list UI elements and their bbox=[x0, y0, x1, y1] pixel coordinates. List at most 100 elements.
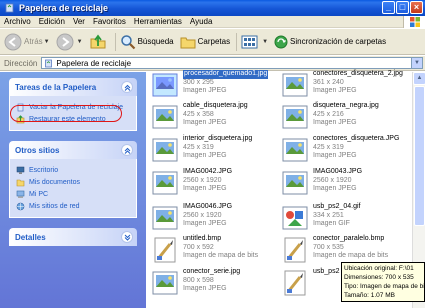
file-item[interactable]: cable_disquetera.jpg 425 x 358 Imagen JPEG bbox=[150, 102, 280, 132]
details-panel: Detalles bbox=[9, 228, 137, 246]
window-title: Papelera de reciclaje bbox=[19, 3, 109, 13]
collapse-chevron-icon[interactable] bbox=[121, 81, 133, 93]
file-item[interactable]: conectores_disquetera_2.jpg 361 x 240 Imag… bbox=[280, 70, 410, 100]
search-button[interactable]: Búsqueda bbox=[120, 34, 174, 50]
forward-button[interactable]: ▼ bbox=[56, 33, 83, 51]
title-bar[interactable]: Papelera de reciclaje _ □ × bbox=[0, 0, 425, 16]
file-item[interactable]: conectores_disquetera.JPG 425 x 319 Imagen… bbox=[280, 135, 410, 165]
file-item[interactable]: usb_ps2_04.gif 334 x 251 Imagen GIF bbox=[280, 203, 410, 233]
file-name: cable_disquetera.jpg bbox=[183, 102, 248, 109]
file-type: Imagen JPEG bbox=[313, 119, 357, 126]
forward-arrow-icon bbox=[56, 33, 74, 50]
gif-file-icon bbox=[280, 203, 310, 233]
file-item[interactable]: IMAG0042.JPG 2560 x 1920 Imagen JPEG bbox=[150, 168, 280, 198]
file-item[interactable]: untitled.bmp 700 x 592 Imagen de mapa de b… bbox=[150, 235, 280, 265]
file-name: conectores_disquetera.JPG bbox=[313, 135, 400, 142]
tooltip-size: Tamaño: 1.07 MB bbox=[344, 292, 395, 299]
file-dimensions: 334 x 251 bbox=[313, 211, 344, 219]
jpg-file-icon bbox=[150, 268, 180, 298]
file-item[interactable]: IMAG0046.JPG 2560 x 1920 Imagen JPEG bbox=[150, 203, 280, 233]
menu-edicion[interactable]: Edición bbox=[39, 17, 65, 26]
file-item[interactable]: interior_disquetera.jpg 425 x 319 Imagen J… bbox=[150, 135, 280, 165]
file-type: Imagen JPEG bbox=[183, 87, 227, 94]
file-name: usb_ps2 bbox=[313, 268, 340, 275]
bmp-file-icon bbox=[280, 268, 310, 298]
forward-dropdown-icon: ▼ bbox=[76, 38, 83, 45]
place-my-pc-label: Mi PC bbox=[29, 190, 49, 198]
menu-ver[interactable]: Ver bbox=[73, 17, 85, 26]
collapse-chevron-icon[interactable] bbox=[121, 144, 133, 156]
file-item[interactable]: IMAG0043.JPG 2560 x 1920 Imagen JPEG bbox=[280, 168, 410, 198]
minimize-button[interactable]: _ bbox=[382, 1, 395, 14]
file-name: procesador_quemado1.jpg bbox=[183, 70, 269, 79]
file-item[interactable]: conector_serie.jpg 800 x 598 Imagen JPEG bbox=[150, 268, 280, 298]
menu-herramientas[interactable]: Herramientas bbox=[134, 17, 182, 26]
file-name: IMAG0042.JPG bbox=[183, 168, 233, 175]
file-name: disquetera_negra.jpg bbox=[313, 102, 379, 109]
maximize-button[interactable]: □ bbox=[396, 1, 409, 14]
file-dimensions: 425 x 216 bbox=[313, 110, 344, 118]
place-my-documents[interactable]: Mis documentos bbox=[16, 176, 130, 188]
address-bar: Dirección Papelera de reciclaje ▼ bbox=[0, 56, 425, 71]
tooltip-dimensions: Dimensiones: 700 x 535 bbox=[344, 274, 414, 281]
search-label: Búsqueda bbox=[137, 37, 174, 46]
file-type: Imagen JPEG bbox=[183, 220, 227, 227]
file-dimensions: 425 x 319 bbox=[183, 143, 214, 151]
menu-ayuda[interactable]: Ayuda bbox=[190, 17, 213, 26]
file-type: Imagen de mapa de bits bbox=[313, 252, 389, 259]
menu-favoritos[interactable]: Favoritos bbox=[93, 17, 126, 26]
place-my-pc[interactable]: Mi PC bbox=[16, 188, 130, 200]
file-dimensions: 800 x 598 bbox=[183, 276, 214, 284]
recycle-tasks-header[interactable]: Tareas de la Papelera bbox=[9, 78, 137, 96]
close-button[interactable]: × bbox=[410, 1, 423, 14]
menu-archivo[interactable]: Archivo bbox=[4, 17, 31, 26]
jpg-file-icon bbox=[280, 168, 310, 198]
scroll-up-button[interactable]: ▲ bbox=[413, 72, 425, 85]
sync-label: Sincronización de carpetas bbox=[290, 37, 387, 46]
other-places-header[interactable]: Otros sitios bbox=[9, 141, 137, 159]
place-my-documents-label: Mis documentos bbox=[29, 178, 80, 186]
place-network[interactable]: Mis sitios de red bbox=[16, 200, 130, 212]
file-type: Imagen de mapa de bits bbox=[183, 252, 259, 259]
views-icon bbox=[241, 35, 258, 48]
file-name: untitled.bmp bbox=[183, 235, 222, 242]
place-desktop[interactable]: Escritorio bbox=[16, 164, 130, 176]
file-name: IMAG0046.JPG bbox=[183, 203, 233, 210]
file-name: interior_disquetera.jpg bbox=[183, 135, 253, 142]
scroll-thumb[interactable] bbox=[414, 86, 425, 226]
views-dropdown-icon: ▼ bbox=[262, 38, 269, 45]
file-type: Imagen GIF bbox=[313, 220, 350, 227]
file-item[interactable]: disquetera_negra.jpg 425 x 216 Imagen JPEG bbox=[280, 102, 410, 132]
bmp-file-icon bbox=[280, 235, 310, 265]
jpg-file-icon bbox=[280, 70, 310, 100]
up-folder-button[interactable] bbox=[89, 33, 109, 51]
sync-folders-button[interactable]: Sincronización de carpetas bbox=[274, 35, 386, 49]
file-name: IMAG0043.JPG bbox=[313, 168, 363, 175]
file-type: Imagen JPEG bbox=[183, 185, 227, 192]
folders-button[interactable]: Carpetas bbox=[180, 34, 230, 50]
file-dimensions: 425 x 319 bbox=[313, 143, 344, 151]
file-dimensions: 300 x 295 bbox=[183, 78, 214, 86]
tooltip-location: Ubicación original: F:\01 bbox=[344, 265, 414, 272]
place-network-label: Mis sitios de red bbox=[29, 202, 80, 210]
back-button[interactable]: Atrás ▼ bbox=[4, 33, 50, 51]
expand-chevron-icon[interactable] bbox=[121, 231, 133, 243]
back-arrow-icon bbox=[4, 33, 22, 50]
file-name: usb_ps2_04.gif bbox=[313, 203, 361, 210]
recycle-bin-icon bbox=[5, 3, 14, 13]
jpg-file-icon bbox=[280, 135, 310, 165]
place-desktop-label: Escritorio bbox=[29, 166, 59, 174]
address-dropdown-button[interactable]: ▼ bbox=[411, 58, 422, 68]
details-header[interactable]: Detalles bbox=[9, 228, 137, 246]
file-type: Imagen JPEG bbox=[313, 87, 357, 94]
views-button[interactable]: ▼ bbox=[241, 34, 268, 50]
toolbar-separator bbox=[114, 32, 116, 51]
jpg-file-icon bbox=[150, 135, 180, 165]
file-type: Imagen JPEG bbox=[313, 185, 357, 192]
folders-label: Carpetas bbox=[197, 37, 231, 46]
desktop-icon bbox=[16, 166, 25, 174]
file-item[interactable]: conector_paralelo.bmp 700 x 535 Imagen de … bbox=[280, 235, 410, 265]
file-name: conector_paralelo.bmp bbox=[313, 235, 385, 242]
file-item[interactable]: procesador_quemado1.jpg 300 x 295 Imagen J… bbox=[150, 70, 280, 100]
address-input[interactable]: Papelera de reciclaje ▼ bbox=[41, 57, 423, 69]
